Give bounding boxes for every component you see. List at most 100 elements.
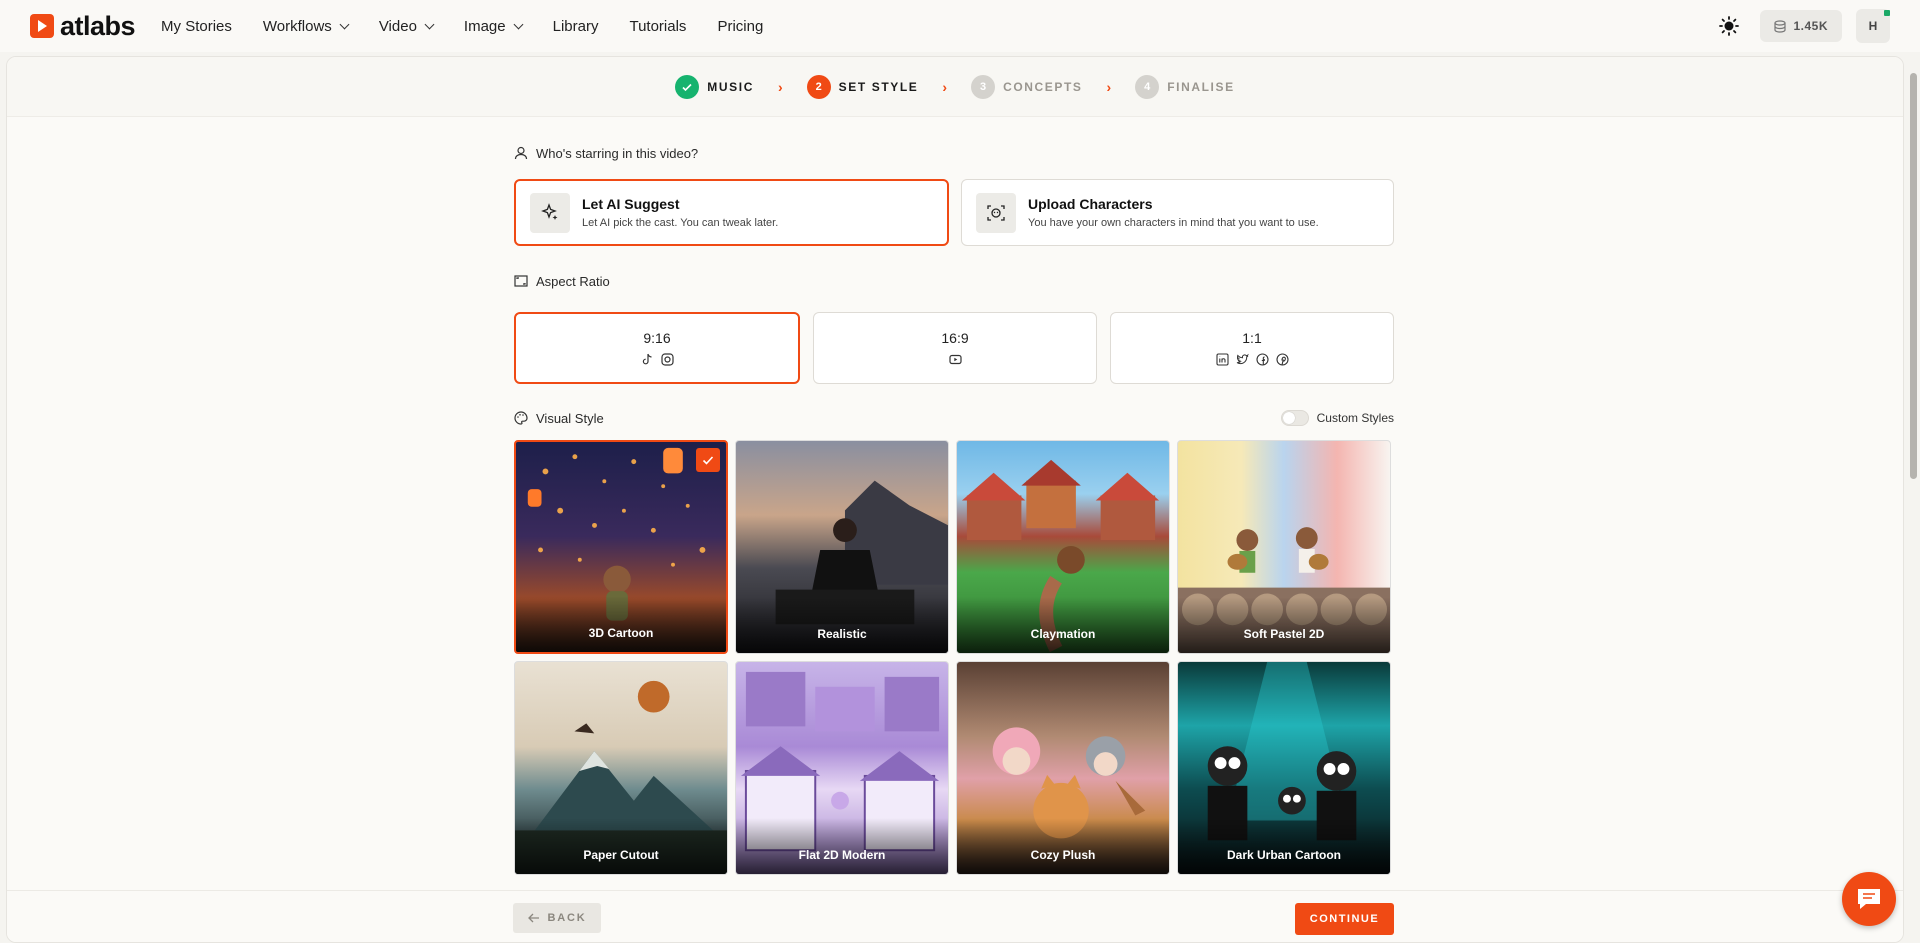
aspect-16-9-option[interactable]: 16:9 [813, 312, 1097, 384]
style-name: Cozy Plush [957, 818, 1169, 874]
nav-pricing[interactable]: Pricing [717, 18, 763, 35]
step-label: MUSIC [707, 79, 754, 94]
nav-image[interactable]: Image [464, 18, 524, 35]
cast-question: Who's starring in this video? [536, 145, 699, 161]
scrollbar-thumb[interactable] [1910, 73, 1917, 479]
step-label: SET STYLE [838, 79, 919, 94]
style-name: Flat 2D Modern [736, 818, 948, 874]
credits-badge[interactable]: 1.45K [1760, 10, 1842, 42]
arrow-left-icon [527, 913, 539, 923]
selected-check-icon [696, 448, 720, 472]
nav-library[interactable]: Library [553, 18, 599, 35]
credits-value: 1.45K [1793, 19, 1828, 33]
stepper: MUSIC › 2 SET STYLE › 3 CONCEPTS › 4 FIN… [7, 57, 1903, 117]
style-name: Paper Cutout [515, 818, 727, 874]
pinterest-icon [1275, 353, 1289, 366]
style-tile-dark-urban-cartoon[interactable]: Dark Urban Cartoon [1177, 661, 1391, 875]
ratio-label: 9:16 [643, 330, 671, 346]
facebook-icon [1255, 353, 1269, 366]
tiktok-icon [642, 353, 652, 365]
brand-logo[interactable]: atlabs [30, 10, 136, 42]
twitter-icon [1236, 353, 1249, 365]
step-label: FINALISE [1167, 79, 1235, 94]
continue-label: CONTINUE [1309, 913, 1380, 925]
linkedin-icon [1215, 353, 1229, 366]
sparkle-icon [530, 192, 570, 233]
nav-label: Workflows [262, 17, 332, 35]
custom-styles-control: Custom Styles [1280, 410, 1394, 426]
brand-name: atlabs [60, 10, 136, 41]
step-number: 4 [1135, 74, 1160, 99]
style-tile-flat-2d-modern[interactable]: Flat 2D Modern [735, 661, 949, 875]
nav-workflows[interactable]: Workflows [262, 17, 350, 35]
nav-label: Library [552, 17, 599, 35]
aspect-ratio-icon [514, 275, 528, 287]
back-button[interactable]: BACK [513, 903, 601, 933]
aspect-ratio-heading: Aspect Ratio [514, 271, 1394, 291]
step-number: 2 [806, 74, 831, 99]
style-name: Dark Urban Cartoon [1178, 818, 1390, 874]
face-scan-icon [976, 192, 1016, 233]
style-name: 3D Cartoon [516, 596, 726, 652]
database-icon [1774, 19, 1787, 33]
check-icon [675, 74, 700, 99]
nav-label: My Stories [161, 17, 232, 35]
option-title: Upload Characters [1028, 196, 1153, 212]
aspect-1-1-option[interactable]: 1:1 [1110, 312, 1394, 384]
style-name: Realistic [736, 597, 948, 653]
nav-video[interactable]: Video [378, 17, 435, 35]
step-set-style[interactable]: 2 SET STYLE [806, 74, 919, 99]
page-scrollbar[interactable] [1908, 58, 1920, 938]
chevron-down-icon [339, 19, 350, 29]
palette-icon [514, 411, 528, 425]
chevron-down-icon [513, 19, 524, 29]
step-number: 3 [971, 74, 996, 99]
style-tile-cozy-plush[interactable]: Cozy Plush [956, 661, 1170, 875]
continue-button[interactable]: CONTINUE [1295, 903, 1394, 935]
aspect-9-16-option[interactable]: 9:16 [514, 312, 800, 384]
custom-styles-label: Custom Styles [1316, 411, 1394, 425]
step-label: CONCEPTS [1003, 79, 1083, 94]
instagram-icon [660, 353, 674, 366]
nav-tutorials[interactable]: Tutorials [629, 18, 686, 35]
upload-characters-option[interactable]: Upload Characters You have your own char… [961, 179, 1394, 246]
user-avatar[interactable]: H [1856, 9, 1890, 43]
style-grid: 3D Cartoon Realistic Claymation Soft Pas… [514, 440, 1394, 875]
style-form: Who's starring in this video? Let AI Sug… [514, 143, 1394, 875]
nav-label: Pricing [717, 17, 764, 35]
chat-support-button[interactable] [1842, 872, 1896, 926]
style-tile-paper-cutout[interactable]: Paper Cutout [514, 661, 728, 875]
style-tile-realistic[interactable]: Realistic [735, 440, 949, 654]
back-label: BACK [547, 912, 587, 924]
style-tile-claymation[interactable]: Claymation [956, 440, 1170, 654]
wizard-panel: MUSIC › 2 SET STYLE › 3 CONCEPTS › 4 FIN… [6, 56, 1904, 943]
step-music[interactable]: MUSIC [675, 74, 754, 99]
nav-label: Video [378, 17, 417, 35]
theme-toggle-button[interactable] [1712, 9, 1746, 43]
style-name: Soft Pastel 2D [1178, 597, 1390, 653]
step-separator: › [1106, 78, 1112, 95]
step-separator: › [777, 78, 783, 95]
cast-section-heading: Who's starring in this video? [514, 143, 1394, 163]
youtube-icon [948, 354, 962, 365]
user-icon [514, 146, 528, 160]
step-concepts[interactable]: 3 CONCEPTS [971, 74, 1083, 99]
online-status-dot [1884, 10, 1890, 16]
step-separator: › [942, 78, 948, 95]
logo-play-icon [30, 14, 54, 38]
wizard-footer: BACK CONTINUE [7, 890, 1903, 942]
style-tile-soft-pastel-2d[interactable]: Soft Pastel 2D [1177, 440, 1391, 654]
let-ai-suggest-option[interactable]: Let AI Suggest Let AI pick the cast. You… [514, 179, 949, 246]
style-tile-3d-cartoon[interactable]: 3D Cartoon [514, 440, 728, 654]
aspect-ratio-label: Aspect Ratio [536, 273, 610, 289]
style-name: Claymation [957, 597, 1169, 653]
step-finalise[interactable]: 4 FINALISE [1135, 74, 1235, 99]
custom-styles-toggle[interactable] [1280, 410, 1309, 426]
nav-label: Tutorials [629, 17, 687, 35]
chevron-down-icon [424, 19, 435, 29]
option-title: Let AI Suggest [582, 196, 680, 212]
nav-my-stories[interactable]: My Stories [161, 18, 232, 35]
ratio-label: 1:1 [1242, 330, 1262, 346]
chat-bubble-icon [1858, 889, 1880, 909]
avatar-initial: H [1868, 19, 1878, 33]
